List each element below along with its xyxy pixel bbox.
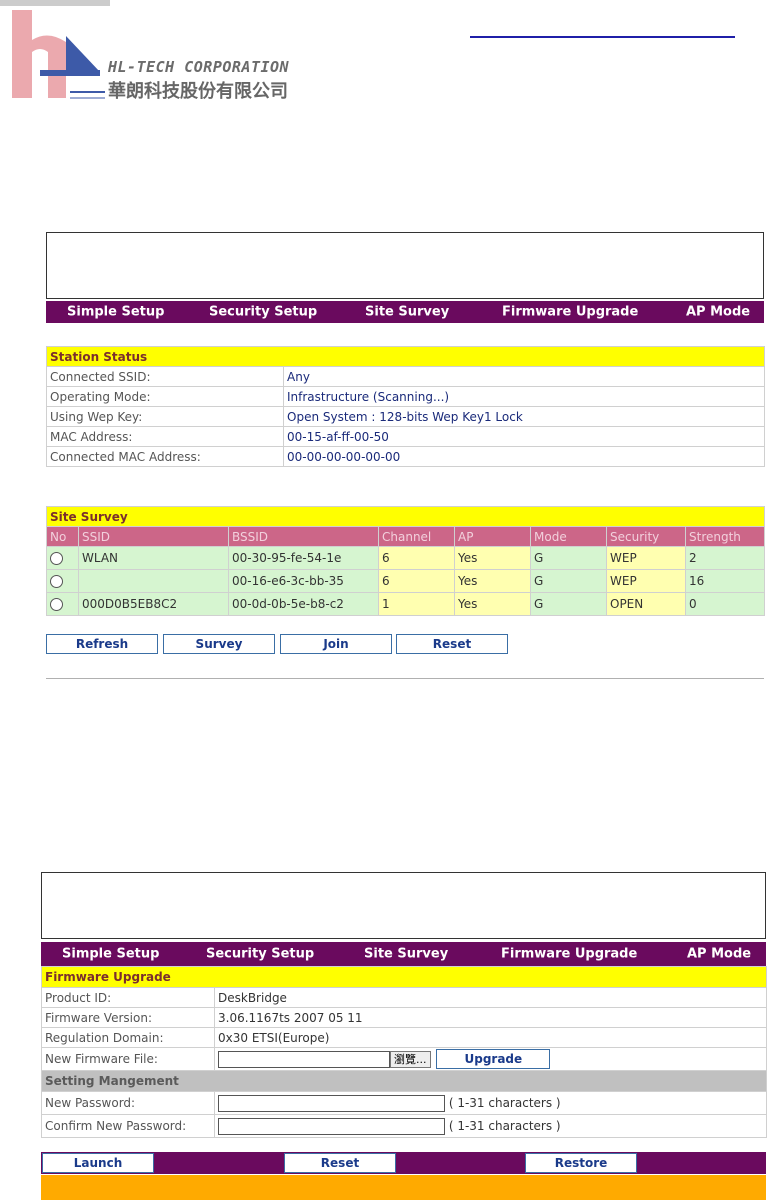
nav-firmware-upgrade[interactable]: Firmware Upgrade: [502, 305, 638, 320]
row-label: Connected MAC Address:: [46, 446, 284, 467]
column-header: AP: [454, 526, 531, 547]
bssid-cell: 00-0d-0b-5e-b8-c2: [228, 592, 379, 616]
company-name-zh: 華朗科技股份有限公司: [108, 81, 288, 102]
column-header: No: [46, 526, 79, 547]
row-label: Firmware Version:: [41, 1007, 215, 1028]
row-label: MAC Address:: [46, 426, 284, 447]
strength-cell: 0: [684, 592, 766, 616]
product-id-value: DeskBridge: [213, 987, 768, 1008]
bssid-cell: 00-30-95-fe-54-1e: [228, 546, 379, 570]
row-label: Using Wep Key:: [46, 406, 284, 427]
chars-hint: ( 1-31 characters ): [448, 1118, 561, 1133]
row-label: New Firmware File:: [41, 1047, 215, 1071]
strength-cell: 2: [684, 546, 766, 570]
table-row[interactable]: 00-16-e6-3c-bb-35 6 Yes G WEP 16: [46, 569, 766, 593]
nav-simple-setup[interactable]: Simple Setup: [67, 305, 164, 320]
table-row[interactable]: 000D0B5EB8C2 00-0d-0b-5e-b8-c2 1 Yes G O…: [46, 592, 766, 616]
upgrade-button[interactable]: Upgrade: [436, 1049, 551, 1069]
firmware-title: Firmware Upgrade: [40, 966, 768, 988]
wep-key-value: Open System : 128-bits Wep Key1 Lock: [282, 406, 766, 427]
column-header: BSSID: [228, 526, 379, 547]
row-label: Regulation Domain:: [41, 1027, 215, 1048]
ap-cell: Yes: [454, 592, 531, 616]
hl-tech-logo-icon: [0, 0, 110, 99]
nav-site-survey[interactable]: Site Survey: [364, 947, 448, 962]
channel-cell: 1: [378, 592, 455, 616]
row-label: Confirm New Password:: [41, 1114, 215, 1138]
nav-firmware-upgrade[interactable]: Firmware Upgrade: [501, 947, 637, 962]
mode-cell: G: [530, 569, 607, 593]
channel-cell: 6: [378, 546, 455, 570]
survey-button[interactable]: Survey: [163, 634, 275, 654]
reset-button[interactable]: Reset: [396, 634, 508, 654]
regulation-domain-value: 0x30 ETSI(Europe): [213, 1027, 768, 1048]
join-button[interactable]: Join: [280, 634, 392, 654]
ssid-cell: [78, 569, 229, 593]
reset-button[interactable]: Reset: [284, 1153, 396, 1173]
footer-bar: [41, 1175, 766, 1200]
company-name-en: HL-TECH CORPORATION: [108, 58, 290, 76]
row-label: New Password:: [41, 1091, 215, 1115]
bssid-cell: 00-16-e6-3c-bb-35: [228, 569, 379, 593]
setting-management-title: Setting Mangement: [40, 1070, 768, 1092]
column-header: SSID: [78, 526, 229, 547]
divider: [46, 678, 764, 679]
nav-simple-setup[interactable]: Simple Setup: [62, 947, 159, 962]
security-cell: OPEN: [606, 592, 686, 616]
mode-cell: G: [530, 546, 607, 570]
row-label: Operating Mode:: [46, 386, 284, 407]
operating-mode-value: Infrastructure (Scanning...): [282, 386, 766, 407]
ssid-cell: WLAN: [78, 546, 229, 570]
firmware-version-value: 3.06.1167ts 2007 05 11: [213, 1007, 768, 1028]
select-radio[interactable]: [50, 575, 63, 588]
column-header: Channel: [378, 526, 455, 547]
nav-bar: Simple Setup Security Setup Site Survey …: [46, 301, 764, 323]
nav-ap-mode[interactable]: AP Mode: [687, 947, 751, 962]
firmware-table: Firmware Upgrade Product ID: DeskBridge F…: [40, 966, 768, 1138]
nav-bar: Simple Setup Security Setup Site Survey …: [41, 942, 766, 966]
site-survey-header-row: No SSID BSSID Channel AP Mode Security S…: [46, 526, 766, 547]
column-header: Mode: [530, 526, 607, 547]
ap-cell: Yes: [454, 569, 531, 593]
refresh-button[interactable]: Refresh: [46, 634, 158, 654]
mac-address-value: 00-15-af-ff-00-50: [282, 426, 766, 447]
column-header: Security: [606, 526, 686, 547]
station-status-table: Station Status Connected SSID: Any Operat…: [45, 346, 766, 467]
launch-button[interactable]: Launch: [42, 1153, 154, 1173]
security-cell: WEP: [606, 569, 686, 593]
confirm-password-input[interactable]: [218, 1117, 445, 1135]
browse-button[interactable]: 瀏覽...: [390, 1050, 431, 1068]
row-label: Product ID:: [41, 987, 215, 1008]
site-survey-title: Site Survey: [45, 506, 766, 527]
banner-box: [46, 232, 764, 299]
select-radio[interactable]: [50, 552, 63, 565]
nav-ap-mode[interactable]: AP Mode: [686, 305, 750, 320]
row-label: Connected SSID:: [46, 366, 284, 387]
firmware-file-input[interactable]: [218, 1050, 390, 1068]
ssid-cell: 000D0B5EB8C2: [78, 592, 229, 616]
company-logo: HL-TECH CORPORATION 華朗科技股份有限公司: [0, 0, 360, 110]
site-survey-table: Site Survey No SSID BSSID Channel AP Mod…: [45, 506, 766, 616]
column-header: Strength: [684, 526, 766, 547]
connected-mac-value: 00-00-00-00-00-00: [282, 446, 766, 467]
new-password-input[interactable]: [218, 1094, 445, 1112]
mode-cell: G: [530, 592, 607, 616]
banner-box: [41, 872, 766, 939]
station-status-title: Station Status: [45, 346, 766, 367]
channel-cell: 6: [378, 569, 455, 593]
table-row[interactable]: WLAN 00-30-95-fe-54-1e 6 Yes G WEP 2: [46, 546, 766, 570]
nav-security-setup[interactable]: Security Setup: [209, 305, 317, 320]
security-cell: WEP: [606, 546, 686, 570]
restore-button[interactable]: Restore: [525, 1153, 637, 1173]
strength-cell: 16: [684, 569, 766, 593]
ap-cell: Yes: [454, 546, 531, 570]
chars-hint: ( 1-31 characters ): [448, 1095, 561, 1110]
select-radio[interactable]: [50, 598, 63, 611]
nav-site-survey[interactable]: Site Survey: [365, 305, 449, 320]
connected-ssid-value: Any: [282, 366, 766, 387]
header-link-underline[interactable]: [470, 36, 735, 38]
nav-security-setup[interactable]: Security Setup: [206, 947, 314, 962]
